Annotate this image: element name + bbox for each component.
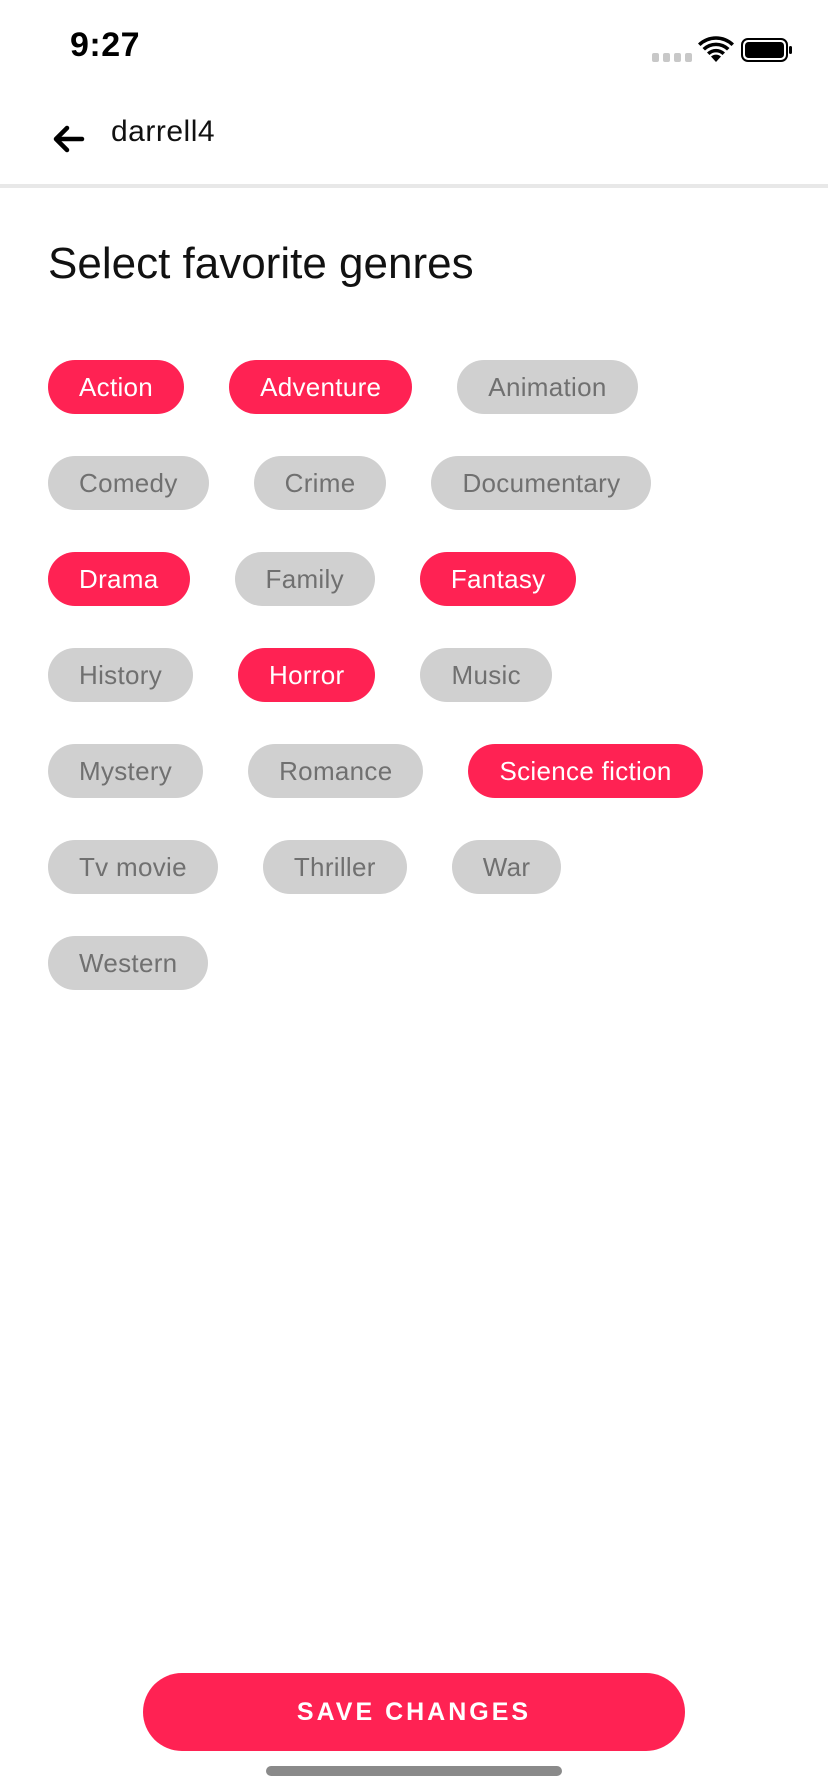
genre-chip-war[interactable]: War — [451, 840, 562, 894]
genre-chip-drama[interactable]: Drama — [48, 552, 190, 606]
genre-chip-horror[interactable]: Horror — [238, 648, 376, 702]
genre-chip-list: Action Adventure Animation Comedy Crime … — [48, 360, 788, 1032]
genre-chip-tv-movie[interactable]: Tv movie — [48, 840, 218, 894]
cellular-signal-icon — [652, 53, 692, 62]
header-title: darrell4 — [111, 115, 216, 148]
genre-chip-documentary[interactable]: Documentary — [431, 456, 652, 510]
back-button[interactable] — [44, 114, 94, 164]
chip-row: Western — [48, 936, 788, 990]
chip-row: Action Adventure Animation — [48, 360, 788, 414]
genre-chip-family[interactable]: Family — [234, 552, 375, 606]
page-title: Select favorite genres — [48, 239, 474, 288]
genre-chip-adventure[interactable]: Adventure — [229, 360, 413, 414]
home-indicator — [266, 1766, 562, 1776]
genre-chip-fantasy[interactable]: Fantasy — [419, 552, 577, 606]
chip-row: Mystery Romance Science fiction — [48, 744, 788, 798]
save-changes-button[interactable]: SAVE CHANGES — [143, 1673, 685, 1751]
genre-chip-comedy[interactable]: Comedy — [48, 456, 209, 510]
genre-chip-crime[interactable]: Crime — [253, 456, 387, 510]
app-header: darrell4 — [0, 96, 828, 188]
genre-chip-music[interactable]: Music — [420, 648, 552, 702]
genre-chip-mystery[interactable]: Mystery — [48, 744, 204, 798]
status-time: 9:27 — [70, 26, 141, 64]
arrow-left-icon — [53, 125, 85, 153]
genre-chip-science-fiction[interactable]: Science fiction — [468, 744, 703, 798]
genre-chip-animation[interactable]: Animation — [457, 360, 638, 414]
chip-row: History Horror Music — [48, 648, 788, 702]
chip-row: Drama Family Fantasy — [48, 552, 788, 606]
genre-chip-romance[interactable]: Romance — [248, 744, 424, 798]
wifi-icon — [698, 36, 734, 62]
genre-chip-thriller[interactable]: Thriller — [262, 840, 407, 894]
genre-chip-action[interactable]: Action — [48, 360, 185, 414]
status-bar: 9:27 — [0, 0, 828, 96]
chip-row: Tv movie Thriller War — [48, 840, 788, 894]
genre-chip-history[interactable]: History — [48, 648, 193, 702]
genre-selection-screen: 9:27 darrell4 Select favorite genres Act — [0, 0, 828, 1792]
battery-icon — [741, 38, 792, 62]
genre-chip-western[interactable]: Western — [48, 936, 209, 990]
chip-row: Comedy Crime Documentary — [48, 456, 788, 510]
